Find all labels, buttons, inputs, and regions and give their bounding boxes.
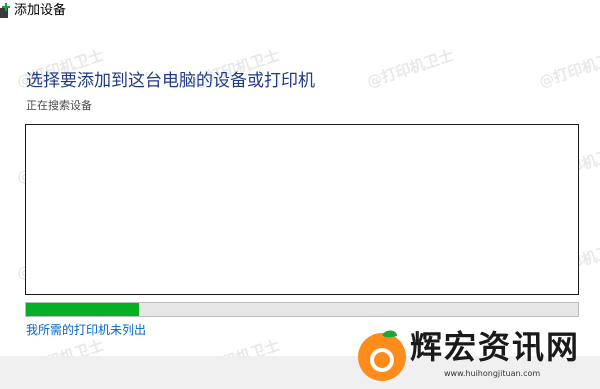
page-heading: 选择要添加到这台电脑的设备或打印机 [26, 71, 315, 91]
brand-watermark-logo: 辉宏资讯网 www.huihongjituan.com [348, 325, 600, 389]
watermark: @打印机卫士 [536, 46, 600, 92]
window-title: 添加设备 [14, 3, 67, 18]
watermark: @打印机卫士 [364, 46, 456, 92]
device-list[interactable] [25, 124, 579, 295]
brand-url: www.huihongjituan.com [444, 369, 541, 378]
title-bar: 添加设备 [0, 0, 600, 24]
orange-logo-icon [358, 330, 406, 381]
search-progress-bar [25, 302, 579, 317]
search-status-text: 正在搜索设备 [26, 99, 92, 112]
printer-not-listed-link[interactable]: 我所需的打印机未列出 [26, 322, 146, 338]
search-progress-fill [26, 303, 140, 316]
add-device-icon [0, 3, 10, 18]
brand-name: 辉宏资讯网 [410, 328, 581, 366]
